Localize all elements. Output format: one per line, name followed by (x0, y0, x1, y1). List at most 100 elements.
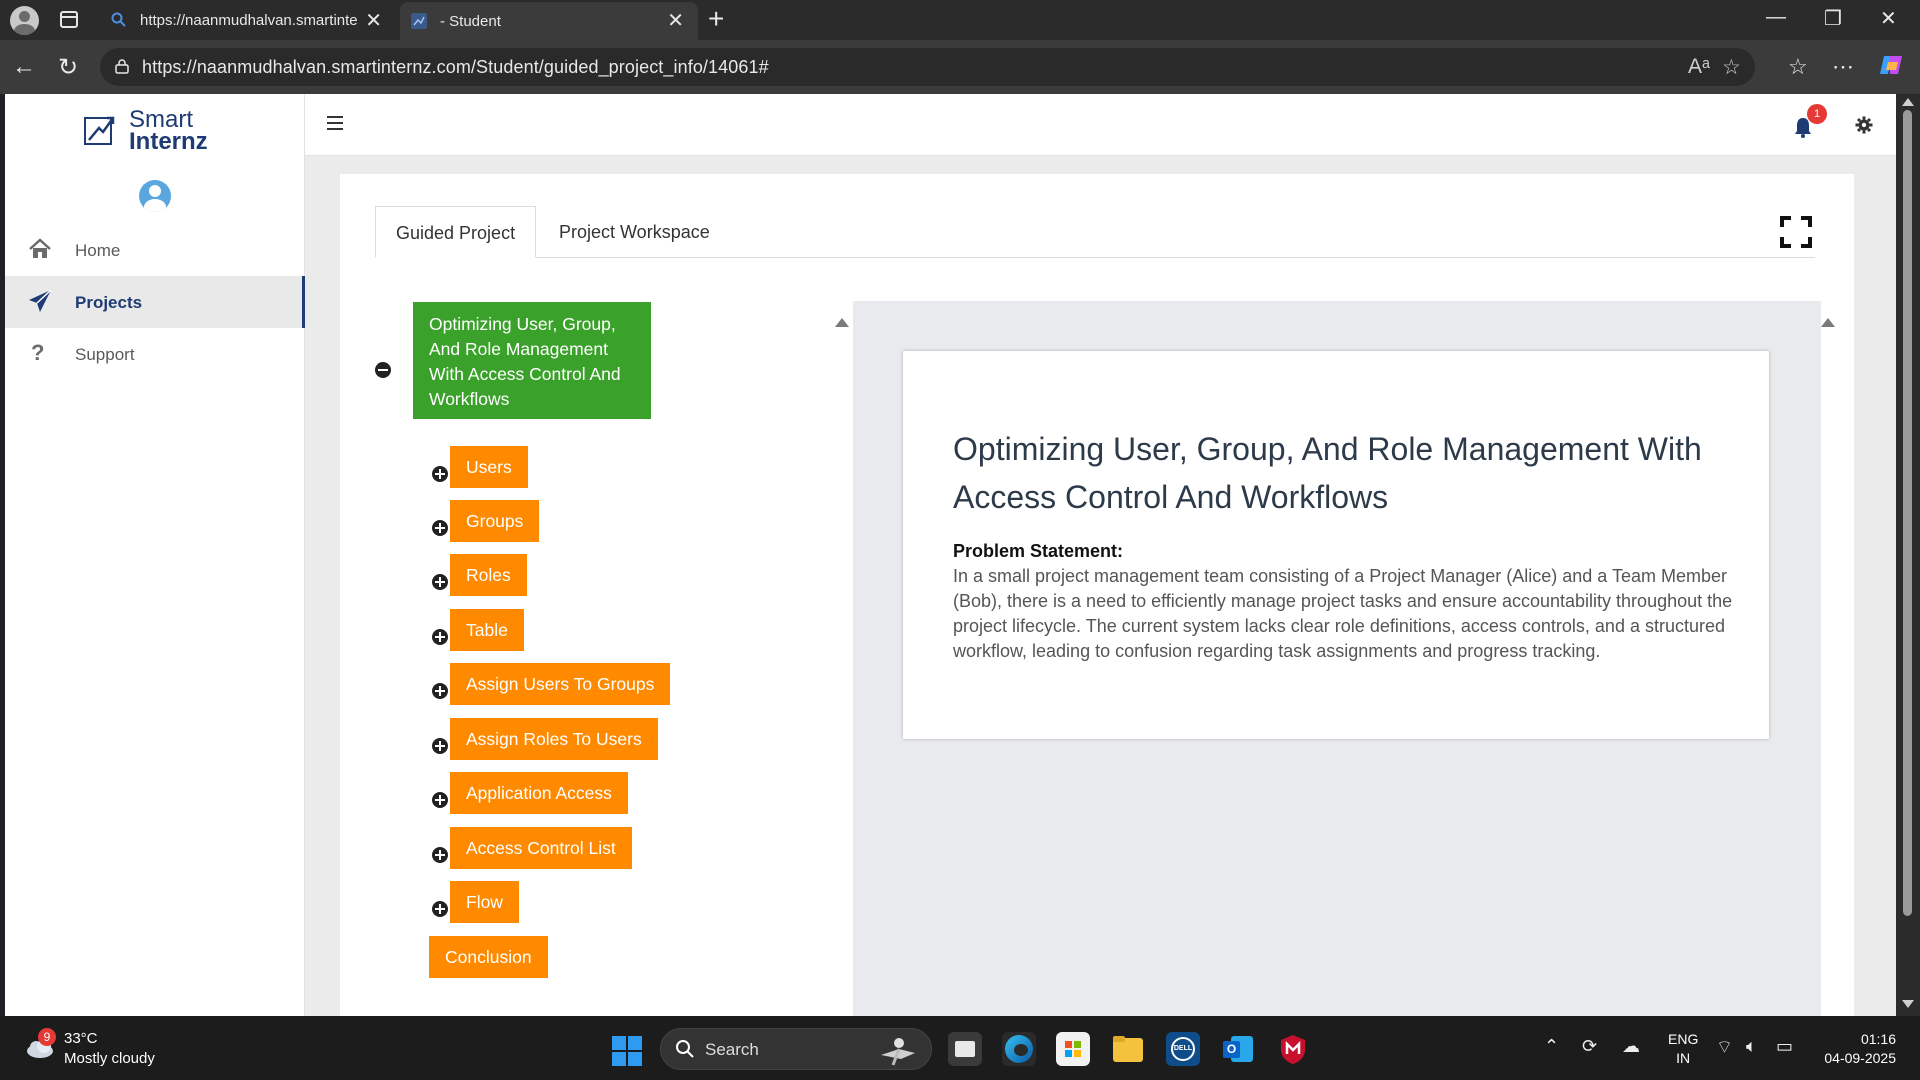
page-scrollbar[interactable] (1896, 94, 1920, 1016)
tree-node-assign-roles-to-users[interactable]: Assign Roles To Users (450, 718, 658, 760)
problem-statement-label: Problem Statement: (953, 541, 1124, 561)
browser-tab-label: https://naanmudhalvan.smartinte (140, 11, 358, 29)
sidebar: Smart Internz Home Projects ? Support (5, 94, 305, 1016)
task-view-icon[interactable] (948, 1032, 982, 1066)
minimize-icon[interactable]: — (1766, 6, 1786, 29)
problem-statement-text: In a small project management team consi… (953, 566, 1733, 661)
fullscreen-icon[interactable] (1780, 216, 1812, 248)
tree-scroll-up-icon[interactable] (835, 318, 849, 327)
gear-icon[interactable] (1855, 116, 1873, 134)
logo-icon (84, 116, 115, 145)
scroll-up-icon[interactable] (1902, 98, 1914, 106)
tree-node-groups[interactable]: Groups (450, 500, 540, 542)
expand-icon[interactable] (432, 520, 448, 536)
tree-node-table[interactable]: Table (450, 609, 524, 651)
sidebar-item-label: Home (75, 241, 121, 260)
content-card: Optimizing User, Group, And Role Managem… (903, 351, 1769, 739)
browser-tab-bar: https://naanmudhalvan.smartinte ✕ - Stud… (0, 0, 1920, 40)
close-icon[interactable]: ✕ (365, 8, 382, 33)
browser-tab-2[interactable]: - Student ✕ (400, 2, 698, 40)
sidebar-item-support[interactable]: ? Support (5, 328, 305, 380)
content-title: Optimizing User, Group, And Role Managem… (953, 431, 1702, 515)
refresh-icon[interactable]: ↻ (58, 53, 78, 82)
clock-time: 01:16 (1860, 1031, 1896, 1047)
search-highlight-icon (881, 1038, 915, 1066)
tree-node-conclusion[interactable]: Conclusion (429, 936, 548, 978)
expand-icon[interactable] (432, 574, 448, 590)
profile-icon[interactable] (10, 6, 39, 35)
favorite-star-icon[interactable]: ☆ (1722, 55, 1741, 80)
web-page: Smart Internz Home Projects ? Support 1 … (5, 94, 1896, 1016)
expand-icon[interactable] (432, 466, 448, 482)
show-hidden-icons-chevron-icon[interactable]: ⌃ (1544, 1036, 1559, 1057)
scroll-down-icon[interactable] (1902, 1000, 1914, 1008)
outlook-icon[interactable]: O (1221, 1032, 1255, 1066)
notification-badge: 1 (1807, 104, 1827, 124)
file-explorer-icon[interactable] (1111, 1032, 1145, 1066)
dell-icon[interactable]: DELL (1166, 1032, 1200, 1066)
more-options-icon[interactable]: ⋯ (1832, 54, 1854, 80)
system-clock[interactable]: 01:16 04-09-2025 (1812, 1030, 1896, 1068)
content-scroll-up-icon[interactable] (1821, 318, 1835, 327)
search-icon (676, 1040, 694, 1058)
mcafee-icon[interactable] (1276, 1032, 1310, 1066)
smartinternz-logo[interactable]: Smart Internz (83, 106, 233, 155)
project-tree: Optimizing User, Group, And Role Managem… (375, 274, 845, 1016)
collapse-icon[interactable] (375, 362, 391, 378)
tree-node-assign-users-to-groups[interactable]: Assign Users To Groups (450, 663, 671, 705)
lock-icon (115, 59, 129, 74)
expand-icon[interactable] (432, 683, 448, 699)
new-tab-icon[interactable]: + (708, 3, 724, 35)
tree-node-users[interactable]: Users (450, 446, 528, 488)
sidebar-item-projects[interactable]: Projects (5, 276, 305, 328)
expand-icon[interactable] (432, 738, 448, 754)
sync-icon[interactable]: ⟳ (1582, 1036, 1597, 1057)
paper-plane-icon (29, 289, 52, 312)
language-code: ENG (1668, 1031, 1699, 1047)
sidebar-item-label: Support (75, 345, 135, 364)
project-card: Guided Project Project Workspace Optimiz… (340, 174, 1854, 1016)
tree-node-access-control-list[interactable]: Access Control List (450, 827, 632, 869)
clock-date: 04-09-2025 (1824, 1050, 1896, 1066)
microsoft-store-icon[interactable] (1056, 1032, 1090, 1066)
close-icon[interactable]: ✕ (667, 8, 684, 33)
battery-icon[interactable]: ▭ (1776, 1036, 1793, 1057)
sidebar-item-home[interactable]: Home (5, 224, 305, 276)
scrollbar-thumb[interactable] (1903, 110, 1912, 916)
restore-icon[interactable]: ❐ (1824, 6, 1842, 31)
tab-guided-project[interactable]: Guided Project (375, 206, 537, 258)
region-code: IN (1676, 1050, 1691, 1066)
browser-tab-1[interactable]: https://naanmudhalvan.smartinte ✕ (100, 2, 396, 38)
expand-icon[interactable] (432, 629, 448, 645)
project-tabs: Guided Project Project Workspace (375, 206, 1815, 258)
hamburger-menu-icon[interactable] (327, 116, 343, 130)
user-avatar[interactable] (139, 180, 171, 212)
search-icon (111, 12, 126, 27)
tree-node-application-access[interactable]: Application Access (450, 772, 628, 814)
volume-icon[interactable]: 🔈︎ (1746, 1036, 1757, 1057)
back-icon[interactable]: ← (12, 53, 36, 81)
tree-root-node[interactable]: Optimizing User, Group, And Role Managem… (413, 302, 651, 419)
copilot-icon[interactable] (1878, 52, 1904, 78)
tab-actions-icon[interactable] (60, 11, 78, 28)
tab-project-workspace[interactable]: Project Workspace (539, 206, 730, 258)
read-aloud-icon[interactable]: Aᵃ (1688, 55, 1710, 79)
address-bar-row: ← ↻ https://naanmudhalvan.smartinternz.c… (0, 40, 1920, 94)
taskbar-search[interactable]: Search (660, 1028, 932, 1070)
home-icon (29, 238, 51, 258)
expand-icon[interactable] (432, 792, 448, 808)
onedrive-cloud-icon[interactable]: ☁ (1622, 1036, 1640, 1057)
expand-icon[interactable] (432, 847, 448, 863)
expand-icon[interactable] (432, 901, 448, 917)
wifi-icon[interactable]: ⌔ (1716, 1036, 1733, 1059)
tree-node-roles[interactable]: Roles (450, 554, 527, 596)
edge-icon[interactable] (1002, 1032, 1036, 1066)
language-indicator[interactable]: ENG IN (1668, 1030, 1698, 1068)
favorites-icon[interactable]: ☆ (1788, 54, 1808, 80)
logo-text-line2: Internz (129, 128, 208, 155)
windows-start-icon[interactable] (612, 1036, 642, 1066)
tree-node-flow[interactable]: Flow (450, 881, 519, 923)
search-label: Search (705, 1040, 759, 1059)
url-bar[interactable]: https://naanmudhalvan.smartinternz.com/S… (100, 48, 1755, 86)
close-window-icon[interactable]: ✕ (1880, 6, 1897, 31)
